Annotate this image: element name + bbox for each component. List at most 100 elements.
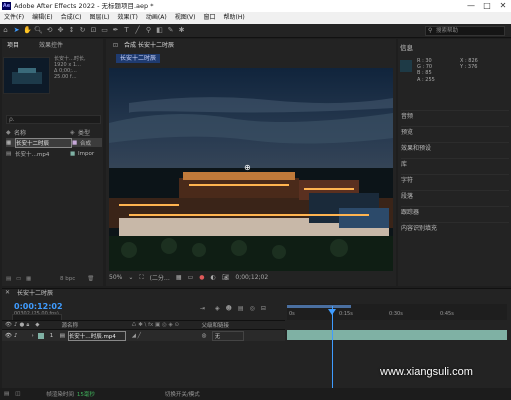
hand-tool-icon[interactable]: ✋ [23, 26, 32, 35]
close-tab-icon[interactable]: ✕ [5, 289, 10, 296]
close-button[interactable]: ✕ [495, 0, 511, 12]
parent-pickwhip-icon[interactable]: ◎ [202, 333, 212, 339]
maximize-button[interactable]: □ [479, 0, 495, 12]
minimize-button[interactable]: — [463, 0, 479, 12]
panel-tracker[interactable]: 跟踪器 [401, 206, 509, 217]
text-tool-icon[interactable]: T [122, 26, 131, 35]
menu-layer[interactable]: 图层(L) [86, 12, 114, 24]
trash-icon[interactable]: 🗑︎ [87, 276, 94, 282]
menu-composition[interactable]: 合成(C) [57, 12, 86, 24]
list-item[interactable]: ▤ 长安十…mp4 ■ Impor [6, 149, 102, 158]
menu-edit[interactable]: 编辑(E) [28, 12, 56, 24]
bit-depth[interactable]: 8 bpc [60, 276, 75, 282]
after-effects-logo-icon: Ae [2, 2, 11, 10]
toggle-switches-modes[interactable]: 切换开关/模式 [165, 390, 200, 398]
clone-tool-icon[interactable]: ⚲ [144, 26, 153, 35]
panel-character[interactable]: 字符 [401, 174, 509, 185]
channel-icon[interactable]: ● [199, 274, 204, 281]
new-folder-icon[interactable]: ▭ [16, 276, 26, 282]
expand-arrow-icon[interactable]: › [32, 333, 34, 339]
viewer-toolbar: 50% ⌄ ⛶ (二分… ▦ ▭ ● ◐ 📷︎ 0;00;12;02 [109, 272, 395, 283]
label-swatch[interactable] [37, 332, 44, 339]
draft-3d-icon[interactable]: ◈ [215, 305, 220, 312]
lock-icon[interactable]: ⊡ [110, 41, 121, 50]
visibility-icon[interactable]: 👁︎ [5, 333, 12, 339]
help-search-input[interactable]: ⚲ 搜索帮助 [425, 26, 505, 36]
pan-behind-tool-icon[interactable]: ⊡ [89, 26, 98, 35]
rotate-tool-icon[interactable]: ↻ [78, 26, 87, 35]
camera-snapshot-icon[interactable]: 📷︎ [222, 274, 230, 281]
menu-view[interactable]: 视图(V) [171, 12, 200, 24]
new-composition-icon[interactable]: ▦ [26, 276, 36, 282]
interpret-footage-icon[interactable]: ▤ [6, 276, 16, 282]
col-type[interactable]: 类型 [78, 128, 90, 137]
move-tool-icon[interactable]: ✥ [56, 26, 65, 35]
panel-preview[interactable]: 预览 [401, 126, 509, 137]
home-icon[interactable]: ⌂ [1, 26, 10, 35]
frame-blend-icon[interactable]: ▤ [238, 305, 244, 312]
zoom-level-select[interactable]: 50% [109, 274, 122, 281]
frame-icon[interactable]: ◫ [15, 391, 20, 397]
layer-switches[interactable]: ◢ ╱ [132, 333, 202, 339]
grid-icon[interactable]: ▦ [176, 274, 182, 281]
col-source-name[interactable]: 源名称 [61, 321, 131, 329]
col-parent[interactable]: 父级和链接 [201, 321, 229, 329]
render-icon[interactable]: ▤ [4, 391, 9, 397]
panel-libraries[interactable]: 库 [401, 158, 509, 169]
dolly-tool-icon[interactable]: ↕ [67, 26, 76, 35]
tab-composition[interactable]: 合成 长安十二时辰 [121, 41, 177, 50]
audio-toggle-icon[interactable]: ♪ [14, 333, 18, 339]
pen-tool-icon[interactable]: ✒ [111, 26, 120, 35]
composition-icon: ▦ [6, 139, 12, 146]
dropdown-chevron-icon[interactable]: ⌄ [128, 274, 133, 281]
menu-window[interactable]: 窗口 [199, 12, 219, 24]
viewer-timecode[interactable]: 0;00;12;02 [235, 274, 268, 281]
work-area-bar[interactable] [287, 305, 351, 308]
col-name[interactable]: 名称 [14, 128, 70, 137]
panel-paragraph[interactable]: 段落 [401, 190, 509, 201]
exposure-icon[interactable]: ◐ [211, 274, 216, 281]
table-row[interactable]: 👁︎ ♪ › 1 ▤ 长安十…时辰.mp4 ◢ ╱ ◎ 无 [2, 330, 285, 341]
playhead-handle[interactable] [328, 309, 336, 315]
project-footer: ▤ ▭ ▦ 8 bpc 🗑︎ [6, 276, 101, 282]
current-time[interactable]: 0:00:12:02 [14, 302, 63, 311]
panel-audio[interactable]: 音频 [401, 110, 509, 121]
menu-file[interactable]: 文件(F) [0, 12, 28, 24]
resolution-select[interactable]: (二分… [150, 273, 170, 282]
list-item[interactable]: ▦ 长安十二时辰 ■ 合成 [6, 137, 102, 148]
panel-effects-presets[interactable]: 效果和预设 [401, 142, 509, 153]
brush-tool-icon[interactable]: ╱ [133, 26, 142, 35]
layer-name[interactable]: 长安十…时辰.mp4 [67, 330, 126, 341]
selection-tool-icon[interactable]: ➤ [12, 26, 21, 35]
tab-project[interactable]: 项目 [4, 41, 22, 50]
tab-effect-controls[interactable]: 效果控件 [36, 41, 66, 50]
roto-brush-icon[interactable]: ✎ [166, 26, 175, 35]
comp-flowchart-icon[interactable]: ⇥ [200, 305, 205, 312]
motion-blur-icon[interactable]: ◎ [250, 305, 255, 312]
menu-help[interactable]: 帮助(H) [220, 12, 249, 24]
project-search-input[interactable]: ρ. [6, 115, 101, 124]
menu-animation[interactable]: 动画(A) [142, 12, 171, 24]
info-title[interactable]: 信息 [400, 42, 413, 52]
anchor-point-icon[interactable]: ⊕ [244, 163, 251, 172]
eraser-tool-icon[interactable]: ◧ [155, 26, 164, 35]
graph-editor-icon[interactable]: ⊟ [261, 305, 266, 312]
menu-bar: 文件(F) 编辑(E) 合成(C) 图层(L) 效果(T) 动画(A) 视图(V… [0, 12, 511, 24]
composition-breadcrumb[interactable]: 长安十二时辰 [116, 54, 161, 63]
layer-duration-bar[interactable] [287, 330, 507, 340]
timeline-column-header: 👁︎ ♪ ● 🔒︎ ◆ 源名称 ♺ ✱ \ fx ▣ ◎ ◈ ⊙ 父级和链接 [2, 320, 285, 330]
shy-icon[interactable]: ☻ [226, 305, 232, 312]
rectangle-tool-icon[interactable]: ▭ [100, 26, 109, 35]
region-icon[interactable]: ▭ [188, 274, 194, 281]
tab-timeline[interactable]: 长安十二时辰 [17, 289, 53, 298]
menu-effect[interactable]: 效果(T) [114, 12, 142, 24]
parent-select[interactable]: 无 [211, 330, 244, 341]
playhead[interactable] [332, 306, 333, 388]
fit-icon[interactable]: ⛶ [139, 274, 143, 282]
orbit-tool-icon[interactable]: ⟲ [45, 26, 54, 35]
eye-icon: 👁︎ [5, 322, 12, 328]
zoom-tool-icon[interactable]: 🔍︎ [34, 26, 43, 35]
composition-viewer[interactable] [109, 68, 393, 271]
panel-content-aware-fill[interactable]: 内容识别填充 [401, 222, 509, 233]
puppet-tool-icon[interactable]: ✱ [177, 26, 186, 35]
